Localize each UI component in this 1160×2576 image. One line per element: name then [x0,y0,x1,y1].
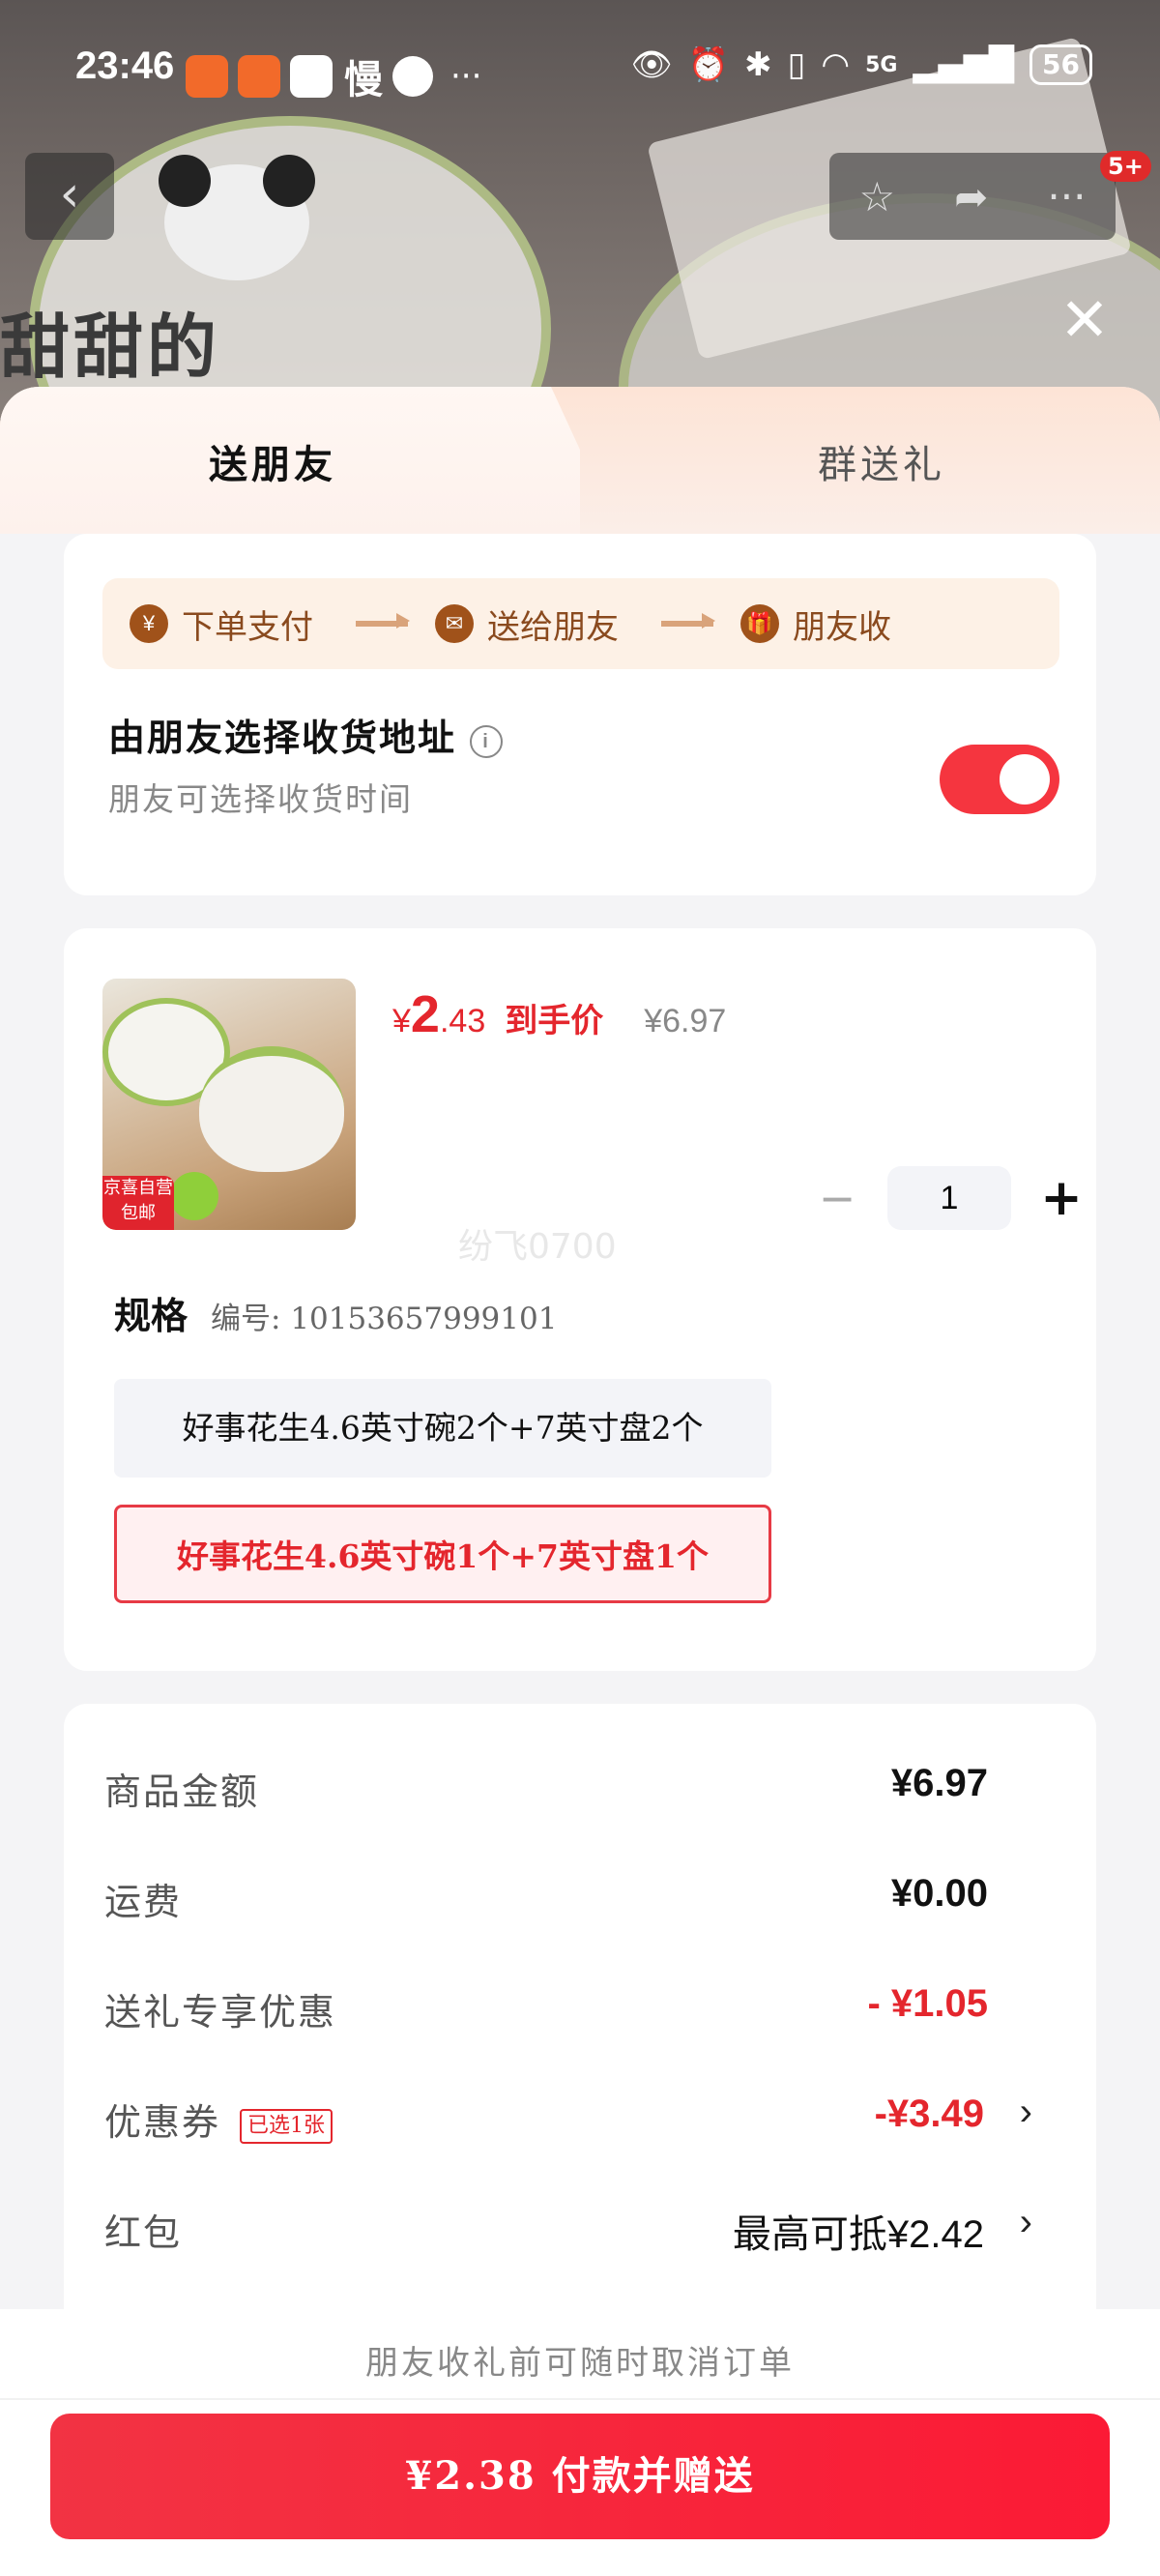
status-bar: 23:46 慢 ··· 👁 ⏰ ✱ ▯ ◠ 5G ▂▄▆█ 56 [0,0,1160,143]
notification-icons: 慢 ··· [186,48,481,104]
wechat-icon: ✉ [435,604,474,643]
goods-amount-value: ¥6.97 [890,1762,988,1804]
red-packet-row[interactable]: 红包 最高可抵¥2.42 › [104,2189,1071,2267]
star-icon[interactable]: ☆ [859,173,896,220]
gift-discount-label: 送礼专享优惠 [104,1991,337,2034]
price-decimal: .43 [439,1003,486,1039]
price-row: ¥2.43 到手价 ¥6.97 [392,984,726,1044]
coupon-value: -¥3.49 [874,2093,984,2135]
more-notifications-icon: ··· [450,57,482,96]
spec-option-selected[interactable]: 好事花生4.6英寸碗1个+7英寸盘1个 [114,1505,771,1603]
coupon-tag: 已选1张 [240,2108,334,2144]
header-actions: ☆ ➦ ··· [829,153,1116,240]
goods-amount-row: 商品金额 ¥6.97 [104,1748,1071,1826]
battery-icon: 56 [1030,44,1092,85]
app-notification-icon [290,55,333,98]
shipping-label: 运费 [104,1881,183,1923]
step-label: 送给朋友 [487,607,619,647]
step-send: ✉ 送给朋友 [435,600,619,648]
network-type: 5G [865,52,898,77]
address-option-label: 由朋友选择收货地址 [108,716,457,759]
coupon-label: 优惠券 [104,2101,221,2144]
tab-send-friend[interactable]: 送朋友 [209,433,336,489]
self-operated-tag: 京喜自营包邮 [102,1176,174,1230]
step-label: 下单支付 [182,607,313,647]
spec-header: 规格 编号: 10153657999101 [114,1286,557,1339]
gift-steps: ¥ 下单支付 ✉ 送给朋友 🎁 朋友收 [102,578,1059,669]
lime-image [170,1172,218,1220]
gift-discount-value: - ¥1.05 [867,1982,988,2025]
watermark: 纷飞0700 [458,1227,617,1267]
message-badge: 5+ [1100,151,1151,182]
tab-group-gift[interactable]: 群送礼 [818,433,945,489]
status-time: 23:46 [75,44,175,87]
panda-graphic [159,155,315,280]
step-label: 朋友收 [793,607,891,647]
more-icon[interactable]: ··· [1047,173,1086,220]
price-currency: ¥ [392,1003,411,1039]
signal-icon: ▂▄▆█ [913,45,1015,84]
pay-and-send-button[interactable]: ¥2.38 付款并赠送 [50,2414,1110,2539]
bluetooth-icon: ✱ [744,45,772,84]
goods-amount-label: 商品金额 [104,1771,260,1813]
app-notification-icon [238,55,280,98]
info-icon[interactable]: i [470,724,504,758]
address-option-title: 由朋友选择收货地址 i [108,708,504,761]
app-notification-icon [186,55,228,98]
final-price: ¥2.43 [392,984,485,1044]
bowl-image [199,1046,344,1172]
vibrate-icon: ▯ [787,45,806,84]
red-packet-value: 最高可抵¥2.42 [732,2213,984,2256]
spec-title: 规格 [114,1294,188,1337]
arrow-right-icon [661,613,715,629]
decrease-button[interactable]: − [808,1172,866,1224]
eye-icon: 👁 [630,45,673,84]
gift-icon: 🎁 [740,604,779,643]
close-icon[interactable]: ✕ [1059,290,1110,350]
background-text: 甜甜的 [0,306,221,388]
toggle-knob [1000,754,1050,805]
product-thumbnail[interactable]: 京喜自营包邮 [102,979,356,1230]
bottom-bar: 朋友收礼前可随时取消订单 ¥2.38 付款并赠送 [0,2309,1160,2576]
status-right: 👁 ⏰ ✱ ▯ ◠ 5G ▂▄▆█ 56 [631,44,1092,85]
shipping-value: ¥0.00 [890,1872,988,1915]
divider [0,2398,1160,2400]
red-packet-label: 红包 [104,2211,183,2254]
final-price-label: 到手价 [505,1002,604,1040]
tab-bar: 送朋友 群送礼 [0,387,1160,534]
gift-options-card: ¥ 下单支付 ✉ 送给朋友 🎁 朋友收 由朋友选择收货地址 i 朋友可选择收货时间 [64,534,1096,895]
coupon-row[interactable]: 优惠券 已选1张 -¥3.49 › [104,2079,1071,2156]
spec-number: 编号: 10153657999101 [211,1302,558,1336]
slow-app-icon: 慢 [344,58,383,102]
step-receive: 🎁 朋友收 [740,600,891,648]
yen-icon: ¥ [130,604,168,643]
share-icon[interactable]: ➦ [954,173,988,220]
alarm-icon: ⏰ [687,45,730,84]
quantity-value[interactable]: 1 [887,1166,1011,1230]
back-button[interactable]: ‹ [25,153,114,240]
cancel-note: 朋友收礼前可随时取消订单 [365,2344,795,2383]
original-price: ¥6.97 [644,1003,727,1039]
chevron-right-icon: › [1019,2201,1032,2243]
chevron-left-icon: ‹ [59,165,80,223]
price-integer: 2 [410,985,440,1043]
chevron-right-icon: › [1019,2091,1032,2133]
gift-discount-row: 送礼专享优惠 - ¥1.05 [104,1969,1071,2046]
quantity-stepper: − 1 + [808,1166,1090,1230]
address-option-subtitle: 朋友可选择收货时间 [108,780,413,818]
coupon-label-wrap: 优惠券 已选1张 [104,2093,334,2146]
wifi-icon: ◠ [821,45,851,84]
product-card: 京喜自营包邮 ¥2.43 到手价 ¥6.97 纷飞0700 − 1 + 规格 编… [64,928,1096,1671]
address-toggle[interactable] [940,745,1059,814]
shipping-row: 运费 ¥0.00 [104,1859,1071,1936]
arrow-right-icon [356,613,410,629]
step-pay: ¥ 下单支付 [130,600,313,648]
tiktok-icon [392,56,433,97]
spec-option[interactable]: 好事花生4.6英寸碗2个+7英寸盘2个 [114,1379,771,1478]
increase-button[interactable]: + [1032,1169,1090,1227]
